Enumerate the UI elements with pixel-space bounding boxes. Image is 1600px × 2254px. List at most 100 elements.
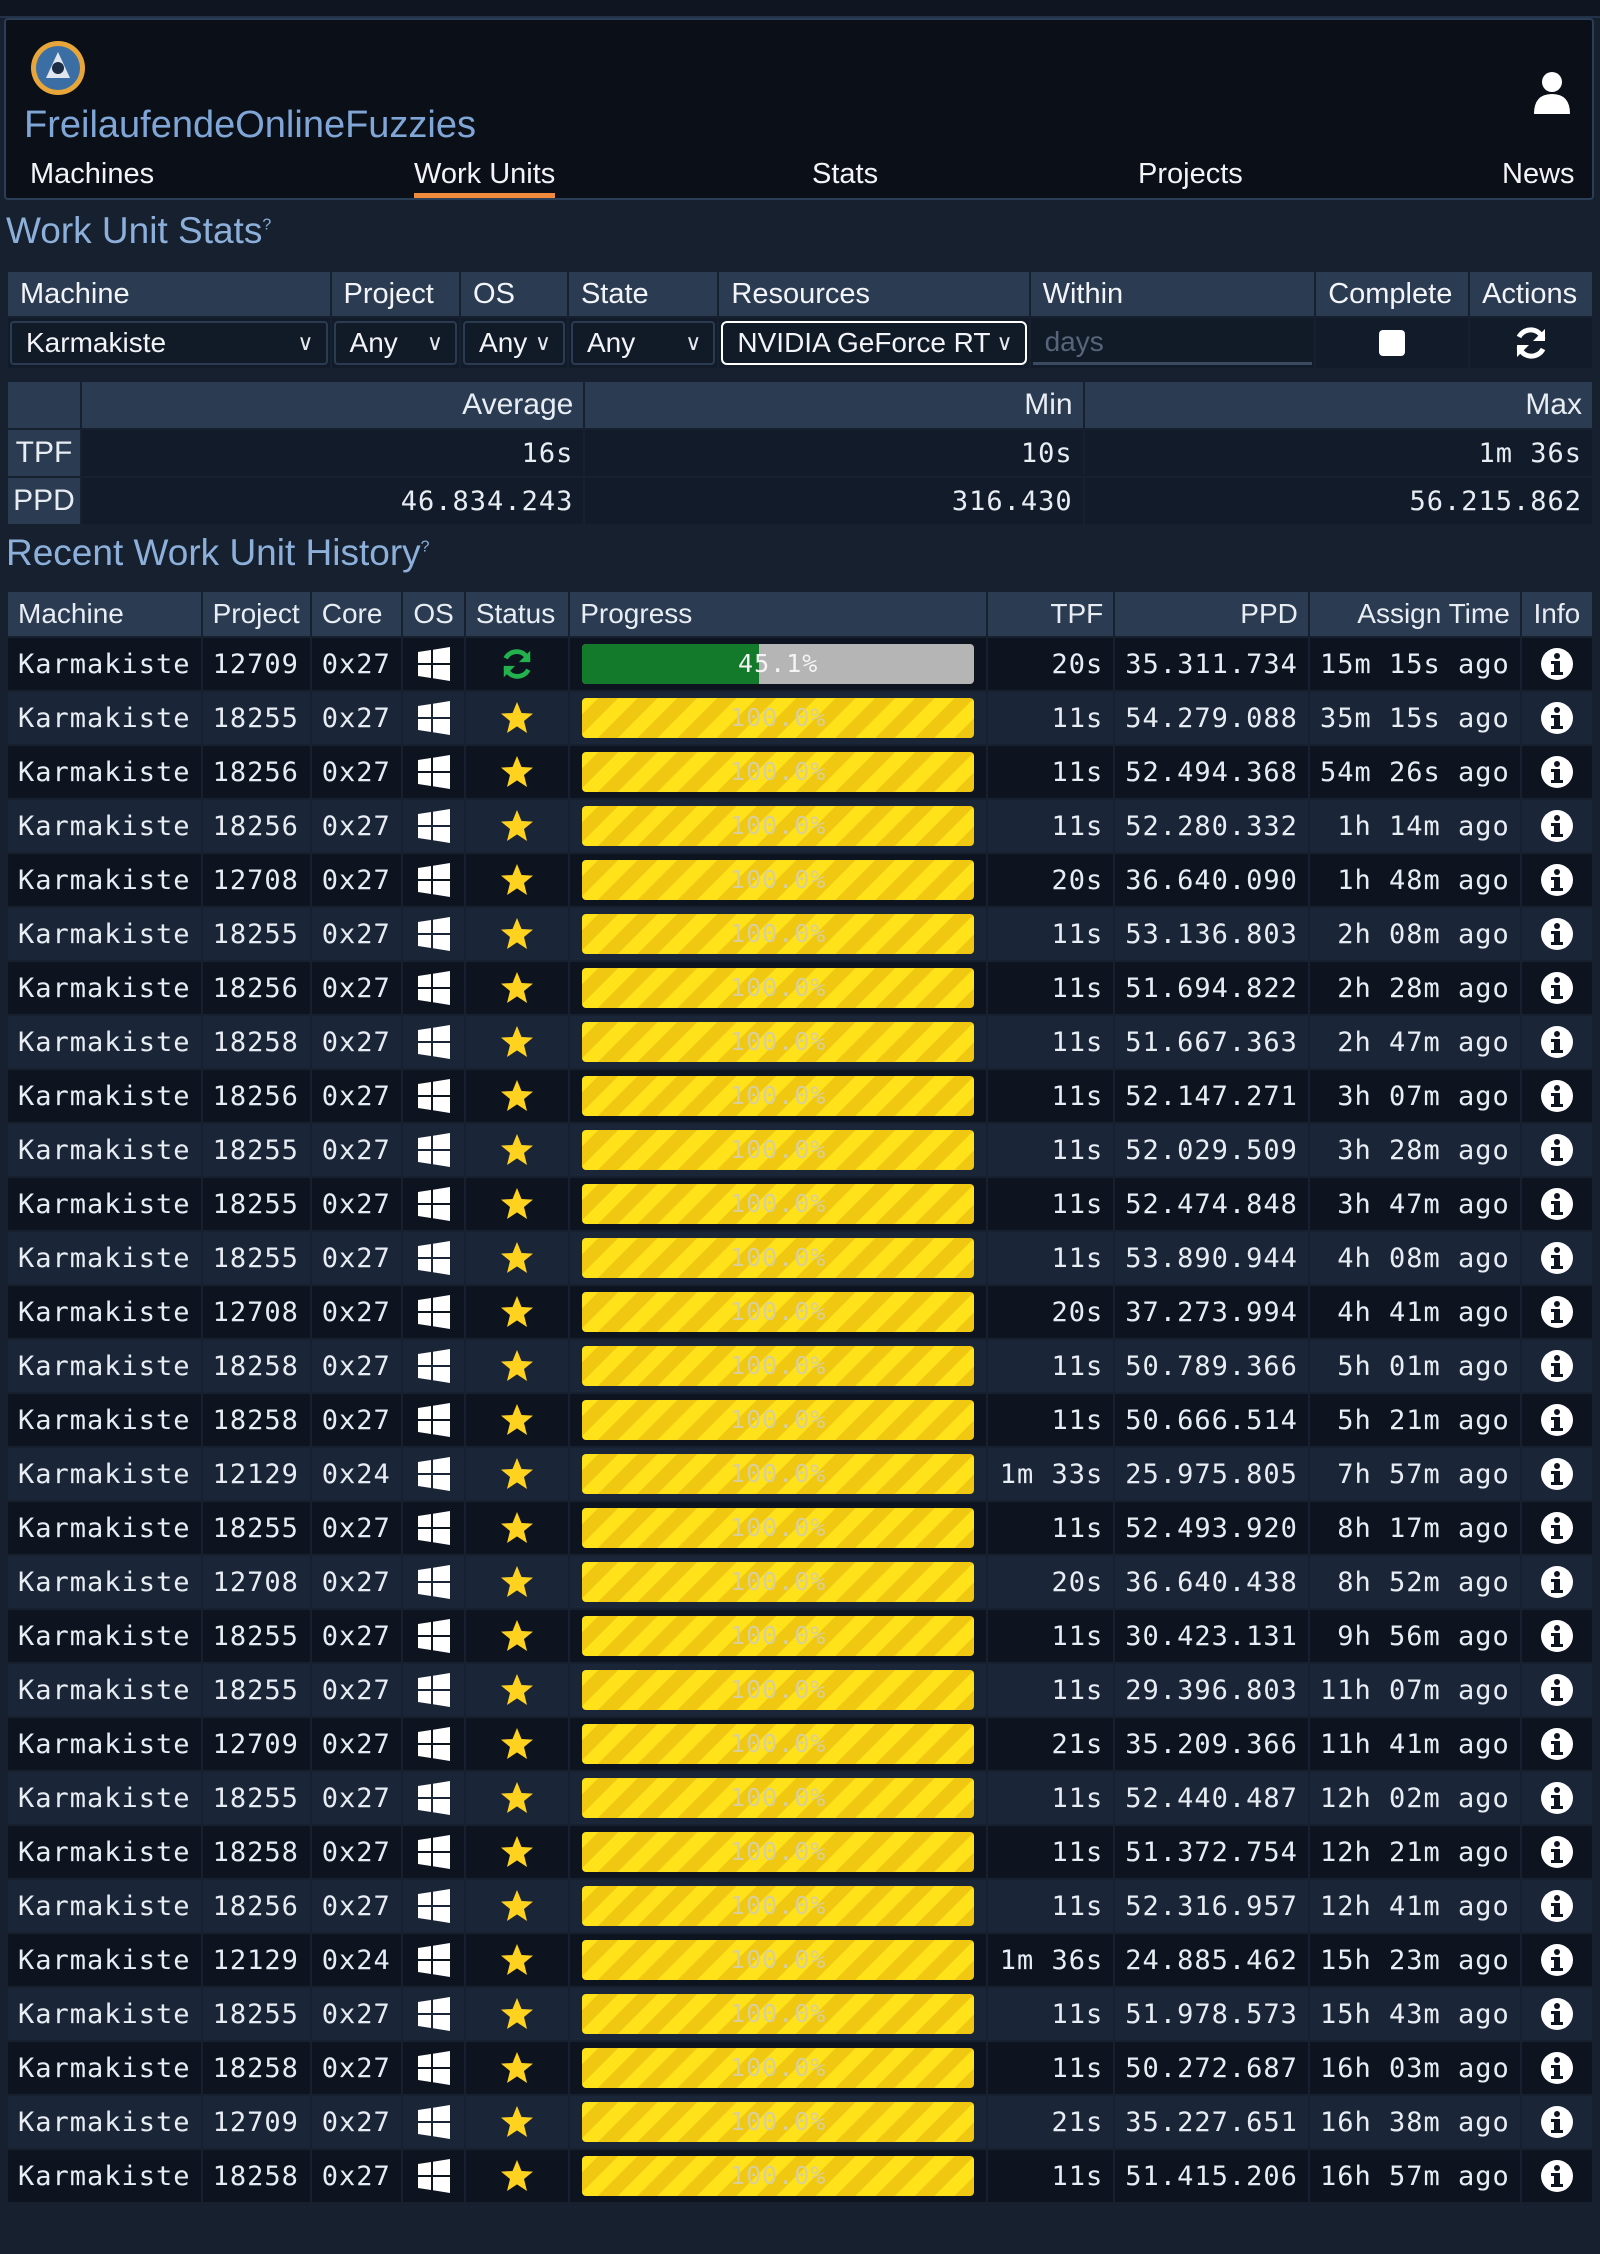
info-icon[interactable]: [1540, 863, 1574, 897]
cell-info[interactable]: [1519, 636, 1595, 692]
cell-project[interactable]: 12129: [200, 1446, 312, 1502]
table-row[interactable]: Karmakiste 18255 0x27 100.0% 11s 51.978.573 15…: [6, 1986, 1595, 2042]
cell-machine[interactable]: Karmakiste: [6, 1608, 203, 1664]
cell-machine[interactable]: Karmakiste: [6, 636, 203, 692]
cell-machine[interactable]: Karmakiste: [6, 1716, 203, 1772]
cell-project[interactable]: 18258: [200, 1014, 312, 1070]
info-icon[interactable]: [1540, 917, 1574, 951]
table-row[interactable]: Karmakiste 18255 0x27 100.0% 11s 54.279.088 35…: [6, 690, 1595, 746]
resources-select[interactable]: NVIDIA GeForce RT ∨: [721, 321, 1027, 365]
user-icon[interactable]: [1532, 70, 1572, 114]
cell-machine[interactable]: Karmakiste: [6, 1878, 203, 1934]
cell-project[interactable]: 18255: [200, 1662, 312, 1718]
table-row[interactable]: Karmakiste 18258 0x27 100.0% 11s 51.415.206 16…: [6, 2148, 1595, 2204]
nav-work-units[interactable]: Work Units: [414, 158, 556, 198]
cell-info[interactable]: [1519, 1716, 1595, 1772]
table-row[interactable]: Karmakiste 12708 0x27 100.0% 20s 37.273.994 4h…: [6, 1284, 1595, 1340]
cell-machine[interactable]: Karmakiste: [6, 1284, 203, 1340]
cell-info[interactable]: [1519, 1986, 1595, 2042]
table-row[interactable]: Karmakiste 18258 0x27 100.0% 11s 51.372.754 12…: [6, 1824, 1595, 1880]
info-icon[interactable]: [1540, 2051, 1574, 2085]
table-row[interactable]: Karmakiste 12129 0x24 100.0% 1m 33s 25.975.80…: [6, 1446, 1595, 1502]
table-row[interactable]: Karmakiste 12708 0x27 100.0% 20s 36.640.438 8h…: [6, 1554, 1595, 1610]
table-row[interactable]: Karmakiste 18256 0x27 100.0% 11s 52.494.368 54…: [6, 744, 1595, 800]
cell-machine[interactable]: Karmakiste: [6, 1176, 203, 1232]
info-icon[interactable]: [1540, 1619, 1574, 1653]
cell-info[interactable]: [1519, 1284, 1595, 1340]
machine-select[interactable]: Karmakiste ∨: [10, 321, 328, 365]
info-icon[interactable]: [1540, 1079, 1574, 1113]
table-row[interactable]: Karmakiste 18255 0x27 100.0% 11s 53.136.803 2h…: [6, 906, 1595, 962]
cell-project[interactable]: 18258: [200, 2148, 312, 2204]
info-icon[interactable]: [1540, 1943, 1574, 1977]
table-row[interactable]: Karmakiste 18255 0x27 100.0% 11s 53.890.944 4h…: [6, 1230, 1595, 1286]
info-icon[interactable]: [1540, 755, 1574, 789]
cell-info[interactable]: [1519, 1824, 1595, 1880]
table-row[interactable]: Karmakiste 18255 0x27 100.0% 11s 30.423.131 9h…: [6, 1608, 1595, 1664]
cell-project[interactable]: 18258: [200, 2040, 312, 2096]
cell-info[interactable]: [1519, 1230, 1595, 1286]
nav-projects[interactable]: Projects: [1138, 158, 1243, 191]
cell-machine[interactable]: Karmakiste: [6, 1662, 203, 1718]
table-row[interactable]: Karmakiste 18255 0x27 100.0% 11s 52.440.487 12…: [6, 1770, 1595, 1826]
info-icon[interactable]: [1540, 809, 1574, 843]
info-icon[interactable]: [1540, 1295, 1574, 1329]
cell-machine[interactable]: Karmakiste: [6, 1500, 203, 1556]
cell-info[interactable]: [1519, 906, 1595, 962]
cell-project[interactable]: 18255: [200, 1500, 312, 1556]
cell-project[interactable]: 12708: [200, 852, 312, 908]
help-icon[interactable]: ?: [262, 217, 271, 234]
cell-machine[interactable]: Karmakiste: [6, 690, 203, 746]
cell-project[interactable]: 18255: [200, 1986, 312, 2042]
table-row[interactable]: Karmakiste 18258 0x27 100.0% 11s 50.666.514 5h…: [6, 1392, 1595, 1448]
info-icon[interactable]: [1540, 2159, 1574, 2193]
cell-machine[interactable]: Karmakiste: [6, 1554, 203, 1610]
cell-machine[interactable]: Karmakiste: [6, 2040, 203, 2096]
cell-info[interactable]: [1519, 852, 1595, 908]
cell-info[interactable]: [1519, 1122, 1595, 1178]
cell-info[interactable]: [1519, 1662, 1595, 1718]
cell-project[interactable]: 18255: [200, 690, 312, 746]
info-icon[interactable]: [1540, 701, 1574, 735]
cell-project[interactable]: 12129: [200, 1932, 312, 1988]
table-row[interactable]: Karmakiste 12129 0x24 100.0% 1m 36s 24.885.46…: [6, 1932, 1595, 1988]
cell-machine[interactable]: Karmakiste: [6, 1338, 203, 1394]
cell-machine[interactable]: Karmakiste: [6, 1014, 203, 1070]
cell-info[interactable]: [1519, 1500, 1595, 1556]
cell-info[interactable]: [1519, 1446, 1595, 1502]
info-icon[interactable]: [1540, 1673, 1574, 1707]
cell-project[interactable]: 18258: [200, 1824, 312, 1880]
cell-project[interactable]: 12709: [200, 2094, 312, 2150]
cell-machine[interactable]: Karmakiste: [6, 1986, 203, 2042]
project-select[interactable]: Any ∨: [333, 321, 458, 365]
info-icon[interactable]: [1540, 1727, 1574, 1761]
cell-project[interactable]: 12709: [200, 636, 312, 692]
cell-project[interactable]: 18255: [200, 1608, 312, 1664]
cell-machine[interactable]: Karmakiste: [6, 1230, 203, 1286]
table-row[interactable]: Karmakiste 12709 0x27 100.0% 21s 35.209.366 11…: [6, 1716, 1595, 1772]
within-days-input[interactable]: days: [1032, 321, 1313, 365]
cell-project[interactable]: 18255: [200, 1230, 312, 1286]
cell-machine[interactable]: Karmakiste: [6, 1446, 203, 1502]
cell-info[interactable]: [1519, 1878, 1595, 1934]
table-row[interactable]: Karmakiste 18258 0x27 100.0% 11s 51.667.363 2h…: [6, 1014, 1595, 1070]
table-row[interactable]: Karmakiste 18255 0x27 100.0% 11s 52.493.920 8h…: [6, 1500, 1595, 1556]
cell-machine[interactable]: Karmakiste: [6, 1068, 203, 1124]
info-icon[interactable]: [1540, 1997, 1574, 2031]
nav-machines[interactable]: Machines: [30, 158, 154, 191]
nav-stats[interactable]: Stats: [812, 158, 878, 191]
cell-info[interactable]: [1519, 2040, 1595, 2096]
cell-project[interactable]: 12708: [200, 1554, 312, 1610]
cell-project[interactable]: 12709: [200, 1716, 312, 1772]
info-icon[interactable]: [1540, 1457, 1574, 1491]
cell-machine[interactable]: Karmakiste: [6, 1824, 203, 1880]
table-row[interactable]: Karmakiste 18256 0x27 100.0% 11s 52.147.271 3h…: [6, 1068, 1595, 1124]
cell-info[interactable]: [1519, 960, 1595, 1016]
info-icon[interactable]: [1540, 1133, 1574, 1167]
cell-project[interactable]: 18258: [200, 1392, 312, 1448]
info-icon[interactable]: [1540, 1511, 1574, 1545]
cell-project[interactable]: 18255: [200, 1122, 312, 1178]
cell-info[interactable]: [1519, 1068, 1595, 1124]
cell-info[interactable]: [1519, 1392, 1595, 1448]
cell-project[interactable]: 18255: [200, 1770, 312, 1826]
